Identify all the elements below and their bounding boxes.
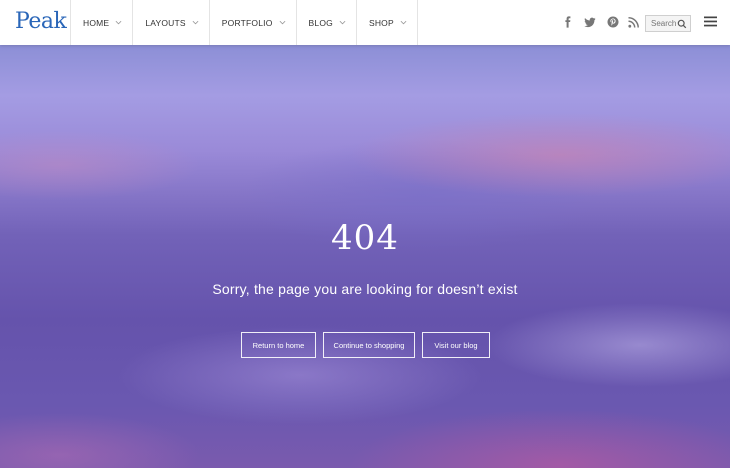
chevron-down-icon: [115, 20, 122, 25]
nav-item-blog[interactable]: BLOG: [295, 0, 356, 45]
chevron-down-icon: [400, 20, 407, 25]
error-code: 404: [331, 218, 399, 258]
hero-background: 404 Sorry, the page you are looking for …: [0, 45, 730, 468]
twitter-icon[interactable]: [582, 14, 598, 30]
main-nav: HOME LAYOUTS PORTFOLIO BLOG SHOP: [70, 0, 418, 45]
rss-icon[interactable]: [625, 14, 641, 30]
chevron-down-icon: [192, 20, 199, 25]
pinterest-icon[interactable]: [605, 14, 621, 30]
continue-shopping-button[interactable]: Continue to shopping: [323, 332, 415, 358]
nav-item-home[interactable]: HOME: [70, 0, 132, 45]
error-message: Sorry, the page you are looking for does…: [212, 281, 518, 297]
search-input[interactable]: [646, 19, 676, 28]
menu-icon[interactable]: [704, 16, 717, 27]
chevron-down-icon: [279, 20, 285, 25]
nav-item-layouts[interactable]: LAYOUTS: [132, 0, 208, 45]
nav-item-label: HOME: [83, 17, 110, 28]
return-home-button[interactable]: Return to home: [241, 332, 316, 358]
nav-item-shop[interactable]: SHOP: [355, 0, 418, 45]
nav-item-label: LAYOUTS: [145, 17, 186, 28]
nav-item-label: SHOP: [368, 17, 394, 28]
facebook-icon[interactable]: [560, 14, 576, 30]
search-box: [645, 15, 691, 32]
search-icon[interactable]: [677, 19, 687, 29]
nav-item-label: BLOG: [308, 17, 333, 28]
site-header: Peak HOME LAYOUTS PORTFOLIO BLOG SHOP: [0, 0, 730, 45]
chevron-down-icon: [339, 20, 346, 25]
nav-item-portfolio[interactable]: PORTFOLIO: [208, 0, 296, 45]
site-logo[interactable]: Peak: [15, 9, 67, 34]
visit-blog-button[interactable]: Visit our blog: [422, 332, 490, 358]
nav-item-label: PORTFOLIO: [221, 17, 273, 28]
